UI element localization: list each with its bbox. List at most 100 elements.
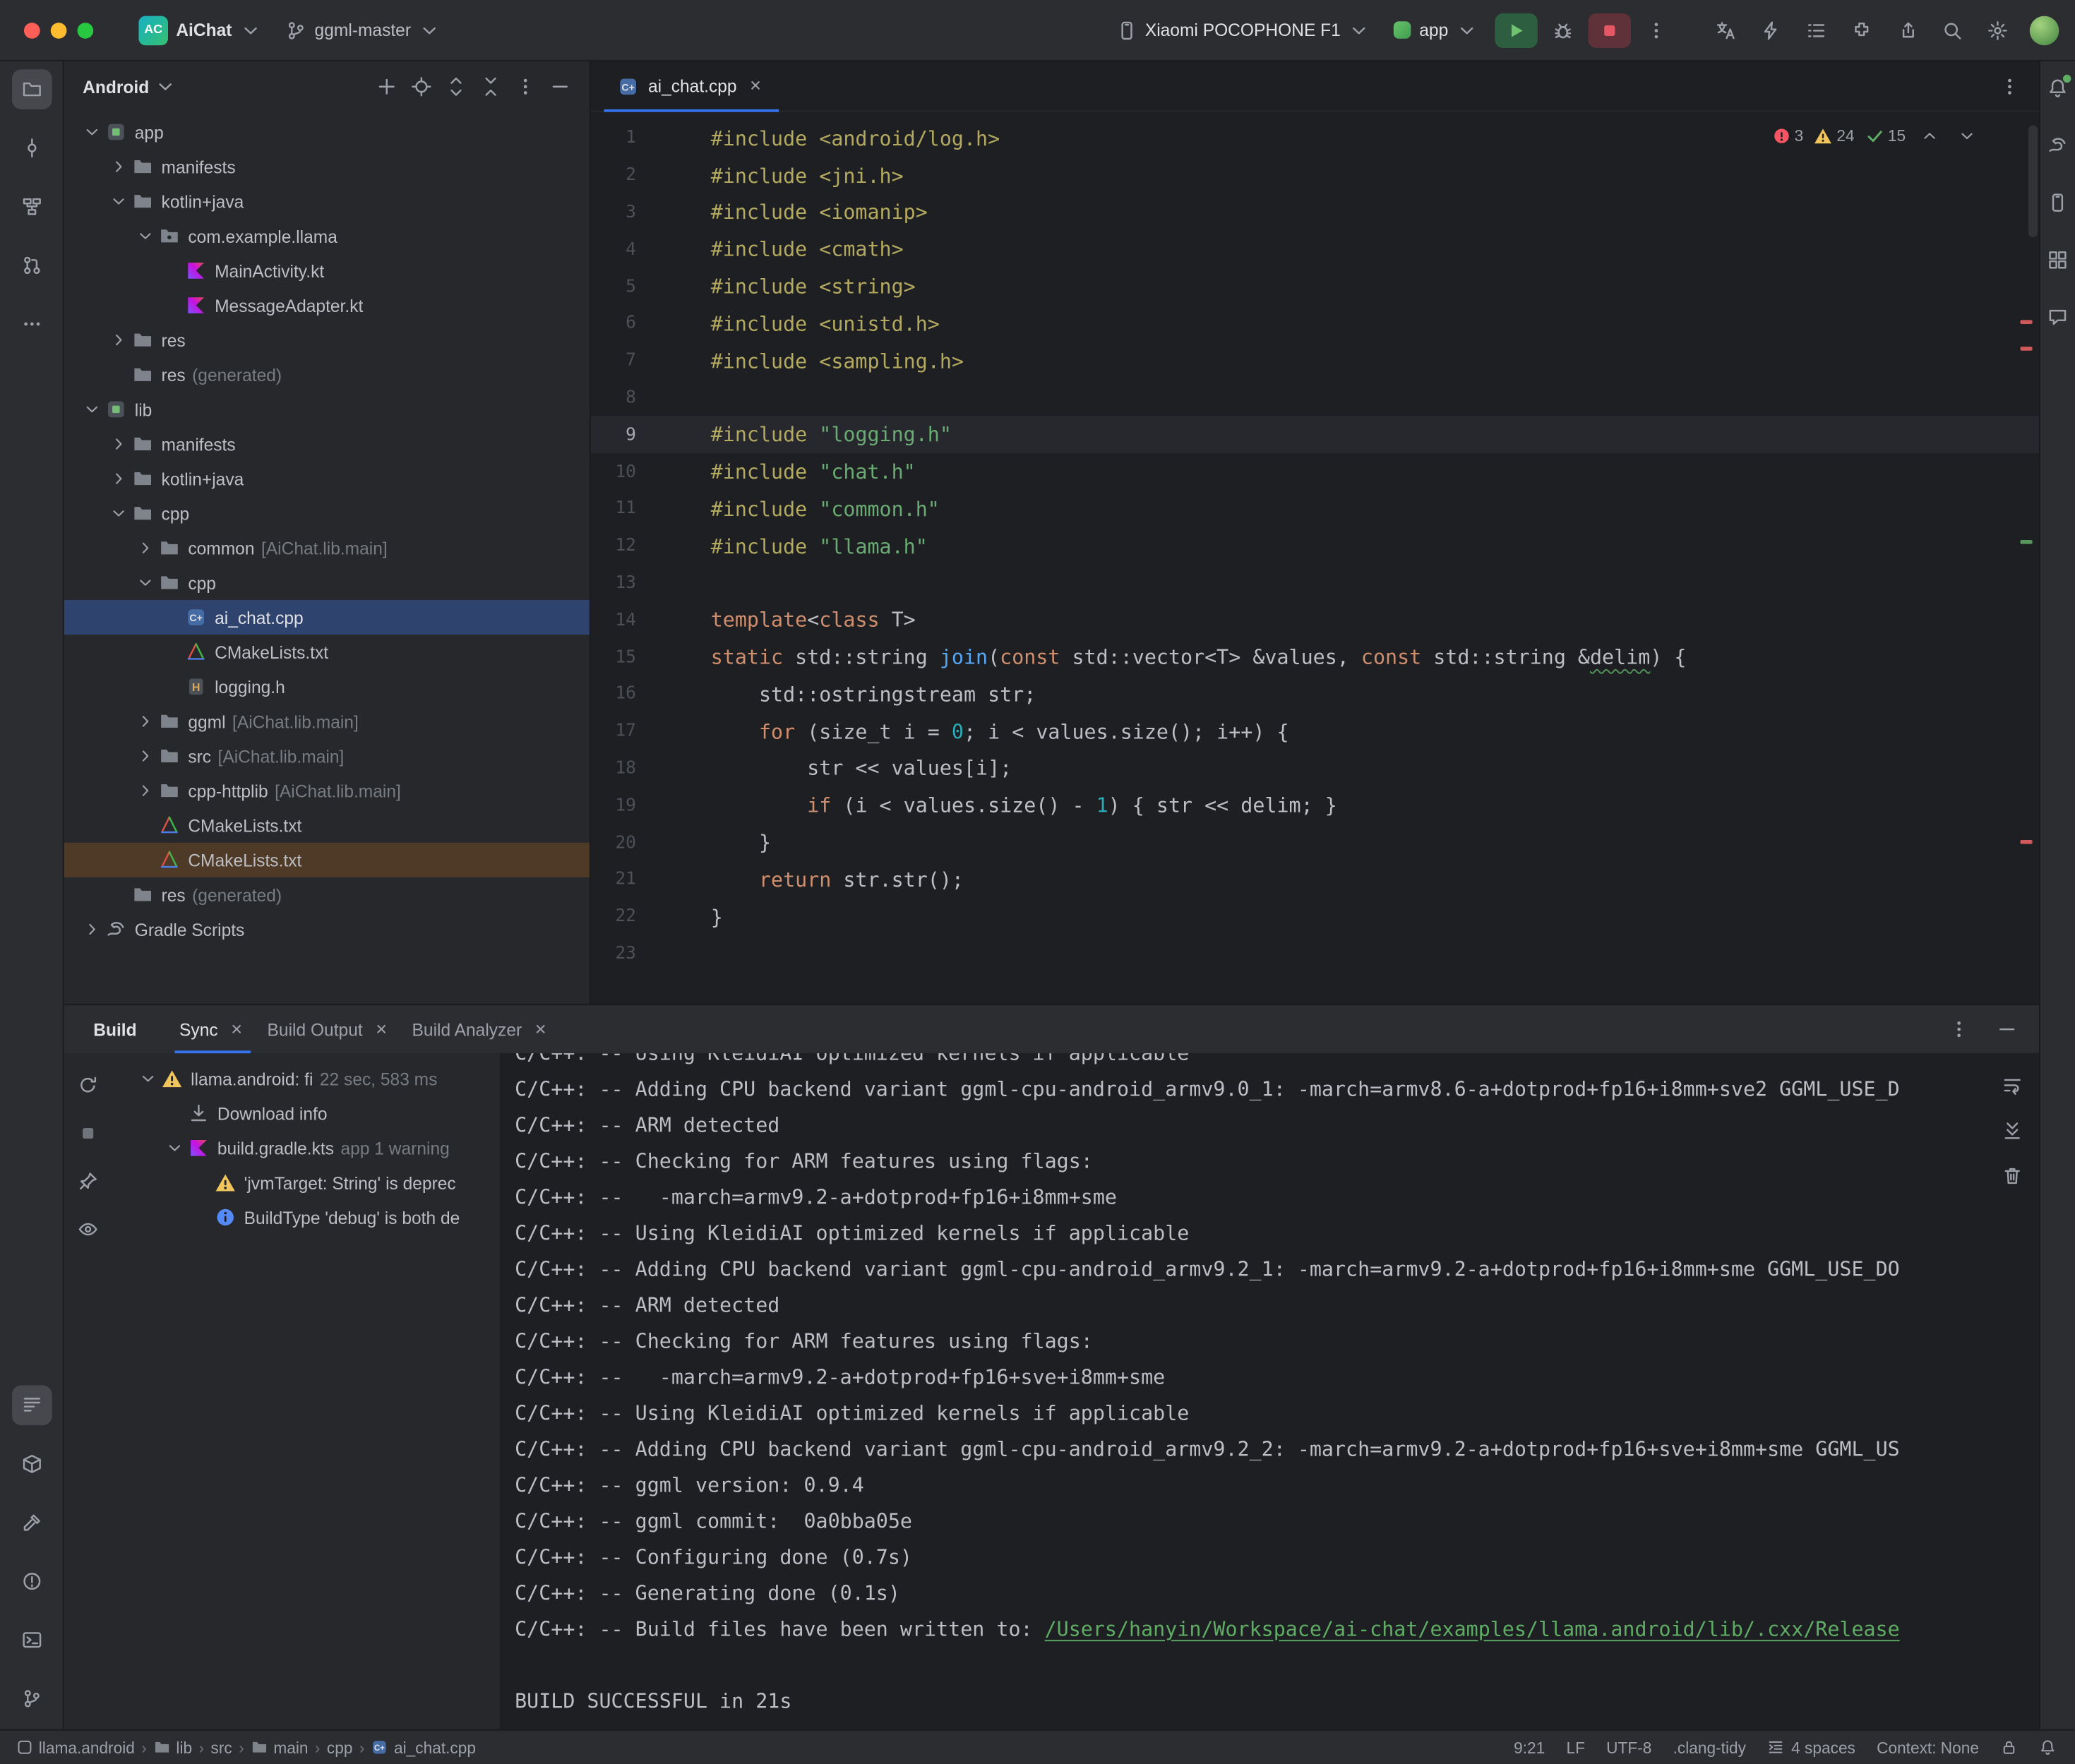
share-button[interactable]: [1889, 11, 1926, 49]
editor-scrollbar[interactable]: [2028, 126, 2038, 238]
code-line-23[interactable]: 23: [591, 935, 2039, 973]
editor-tab-ai-chat-cpp[interactable]: C+ ai_chat.cpp ✕: [602, 61, 781, 112]
rerun-button[interactable]: [72, 1069, 104, 1101]
tree-item-com-example-llama[interactable]: com.example.llama: [64, 219, 590, 253]
tree-item-gradle-scripts[interactable]: Gradle Scripts: [64, 912, 590, 947]
device-manager-tool-button[interactable]: [2042, 186, 2074, 218]
gradle-tool-button[interactable]: [2042, 129, 2074, 161]
chevron-right-icon[interactable]: [80, 920, 104, 938]
close-button[interactable]: [24, 22, 40, 38]
pull-requests-tool-button[interactable]: [11, 246, 52, 286]
collapse-all-button[interactable]: [474, 71, 506, 102]
breadcrumb-main[interactable]: main: [251, 1738, 308, 1756]
close-tab-icon[interactable]: ✕: [746, 78, 765, 95]
close-tab-icon[interactable]: ✕: [227, 1021, 246, 1038]
hide-button[interactable]: [544, 71, 576, 102]
build-console[interactable]: C/C++: -- Using KleidiAI optimized kerne…: [501, 1053, 2039, 1729]
notifications-button[interactable]: [2039, 1739, 2057, 1756]
code-line-12[interactable]: 12#include "llama.h": [591, 528, 2039, 565]
next-problem-button[interactable]: [1954, 123, 1980, 150]
chevron-down-icon[interactable]: [136, 1069, 160, 1088]
code-line-22[interactable]: 22}: [591, 899, 2039, 936]
tree-item-cpp[interactable]: cpp: [64, 496, 590, 531]
tree-item-messageadapter-kt[interactable]: MessageAdapter.kt: [64, 288, 590, 323]
tree-item-src[interactable]: src[AiChat.lib.main]: [64, 738, 590, 773]
build-tree-item-build-gradle-kts[interactable]: build.gradle.ktsapp 1 warning: [112, 1131, 501, 1165]
code-line-6[interactable]: 6#include <unistd.h>: [591, 306, 2039, 343]
tree-item-cmakelists-txt[interactable]: CMakeLists.txt: [64, 808, 590, 843]
code-line-13[interactable]: 13: [591, 565, 2039, 602]
error-stripe-mark[interactable]: [2021, 347, 2033, 351]
console-file-link[interactable]: /Users/hanyin/Workspace/ai-chat/examples…: [1045, 1616, 1900, 1640]
zoom-button[interactable]: [78, 22, 94, 38]
status-utf-8[interactable]: UTF-8: [1606, 1738, 1651, 1756]
previous-problem-button[interactable]: [1916, 123, 1943, 150]
terminal-tool-button[interactable]: [11, 1620, 52, 1660]
add-button[interactable]: [371, 71, 402, 102]
chevron-right-icon[interactable]: [107, 330, 131, 349]
todo-list-button[interactable]: [1798, 11, 1835, 49]
breadcrumb-llama-android[interactable]: llama.android: [16, 1738, 135, 1756]
app-quality-insights-tool-button[interactable]: [2042, 301, 2074, 333]
settings-button[interactable]: [1979, 11, 2016, 49]
translate-button[interactable]: [1707, 11, 1745, 49]
code-line-4[interactable]: 4#include <cmath>: [591, 232, 2039, 269]
hide-build-panel-button[interactable]: [1988, 1011, 2026, 1048]
status-4-spaces[interactable]: 4 spaces: [1767, 1738, 1855, 1756]
tree-item-cmakelists-txt[interactable]: CMakeLists.txt: [64, 843, 590, 877]
lock-button[interactable]: [2000, 1739, 2018, 1756]
tree-item-cpp-httplib[interactable]: cpp-httplib[AiChat.lib.main]: [64, 774, 590, 808]
tree-item-mainactivity-kt[interactable]: MainActivity.kt: [64, 253, 590, 288]
build-tab-build-output[interactable]: Build Output✕: [256, 1005, 401, 1053]
scroll-to-end-button[interactable]: [1997, 1115, 2028, 1146]
run-config-selector[interactable]: app: [1383, 14, 1488, 46]
plugins-button[interactable]: [1843, 11, 1880, 49]
more-tools-tool-button[interactable]: [11, 304, 52, 344]
build-tab-build-analyzer[interactable]: Build Analyzer✕: [401, 1005, 561, 1053]
debug-button[interactable]: [1544, 11, 1581, 49]
code-editor[interactable]: 1#include <android/log.h>2#include <jni.…: [591, 112, 2039, 1004]
chevron-right-icon[interactable]: [107, 435, 131, 453]
soft-wrap-button[interactable]: [1997, 1069, 2028, 1101]
warnings-badge[interactable]: 24: [1814, 126, 1854, 145]
more-v-button[interactable]: [510, 71, 542, 102]
notifications-tool-button[interactable]: [2042, 72, 2074, 104]
editor-tabs-options-button[interactable]: [1991, 67, 2028, 104]
vcs-widget[interactable]: ggml-master: [275, 14, 451, 46]
code-line-8[interactable]: 8: [591, 380, 2039, 417]
minimize-button[interactable]: [51, 22, 67, 38]
breadcrumb-src[interactable]: src: [211, 1738, 232, 1756]
error-stripe-mark[interactable]: [2021, 840, 2033, 844]
commit-tool-button[interactable]: [11, 128, 52, 168]
app-inspection-tool-button[interactable]: [11, 1444, 52, 1484]
tree-item-kotlin-java[interactable]: kotlin+java: [64, 184, 590, 219]
pin-button[interactable]: [72, 1165, 104, 1197]
tree-item-manifests[interactable]: manifests: [64, 426, 590, 461]
logcat-tool-button[interactable]: [11, 1385, 52, 1425]
stop-disabled-button[interactable]: [72, 1117, 104, 1149]
run-anything-button[interactable]: [1752, 11, 1790, 49]
status-lf[interactable]: LF: [1566, 1738, 1584, 1756]
version-control-tool-button[interactable]: [11, 1679, 52, 1719]
chevron-down-icon[interactable]: [107, 504, 131, 522]
passed-badge[interactable]: 15: [1865, 126, 1906, 145]
status-9-21[interactable]: 9:21: [1514, 1738, 1545, 1756]
build-tree-item-jvmtarget-string-is-deprec[interactable]: 'jvmTarget: String' is deprec: [112, 1165, 501, 1200]
chevron-down-icon[interactable]: [80, 123, 104, 141]
tree-item-kotlin-java[interactable]: kotlin+java: [64, 462, 590, 496]
tree-item-app[interactable]: app: [64, 114, 590, 149]
code-line-10[interactable]: 10#include "chat.h": [591, 454, 2039, 491]
tree-item-cpp[interactable]: cpp: [64, 565, 590, 600]
expand-all-button[interactable]: [440, 71, 472, 102]
problems-tool-button[interactable]: [11, 1561, 52, 1602]
tree-item-ggml[interactable]: ggml[AiChat.lib.main]: [64, 704, 590, 738]
filter-eye-button[interactable]: [72, 1213, 104, 1245]
chevron-right-icon[interactable]: [107, 469, 131, 488]
chevron-right-icon[interactable]: [133, 539, 157, 557]
change-stripe-mark[interactable]: [2021, 540, 2033, 544]
chevron-down-icon[interactable]: [107, 192, 131, 210]
tree-item-res[interactable]: res: [64, 323, 590, 357]
chevron-down-icon[interactable]: [133, 227, 157, 245]
tree-item-cmakelists-txt[interactable]: CMakeLists.txt: [64, 635, 590, 669]
more-run-actions-button[interactable]: [1637, 11, 1675, 49]
